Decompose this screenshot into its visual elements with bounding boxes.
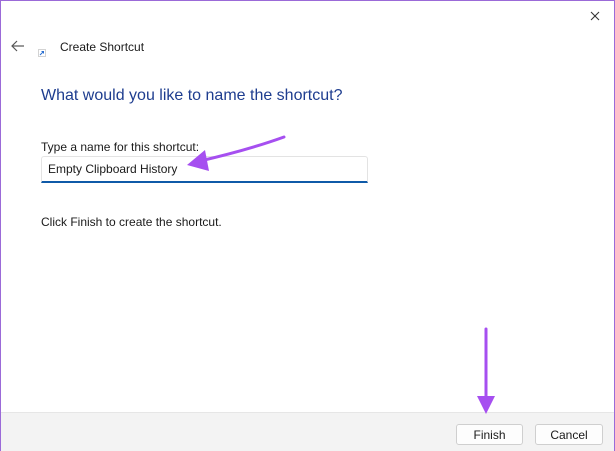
shortcut-icon bbox=[38, 44, 46, 57]
create-shortcut-dialog: Create Shortcut What would you like to n… bbox=[0, 0, 615, 451]
back-button[interactable] bbox=[9, 37, 27, 55]
close-button[interactable] bbox=[584, 5, 606, 27]
finish-button[interactable]: Finish bbox=[456, 424, 523, 445]
finish-hint-text: Click Finish to create the shortcut. bbox=[41, 215, 222, 229]
shortcut-name-label: Type a name for this shortcut: bbox=[41, 140, 200, 154]
window-title: Create Shortcut bbox=[60, 40, 145, 54]
shortcut-name-input[interactable] bbox=[41, 156, 368, 183]
close-icon bbox=[590, 11, 600, 21]
dialog-footer: Finish Cancel bbox=[1, 412, 614, 451]
page-heading: What would you like to name the shortcut… bbox=[41, 87, 343, 104]
cancel-button[interactable]: Cancel bbox=[535, 424, 603, 445]
back-arrow-icon bbox=[11, 40, 24, 52]
